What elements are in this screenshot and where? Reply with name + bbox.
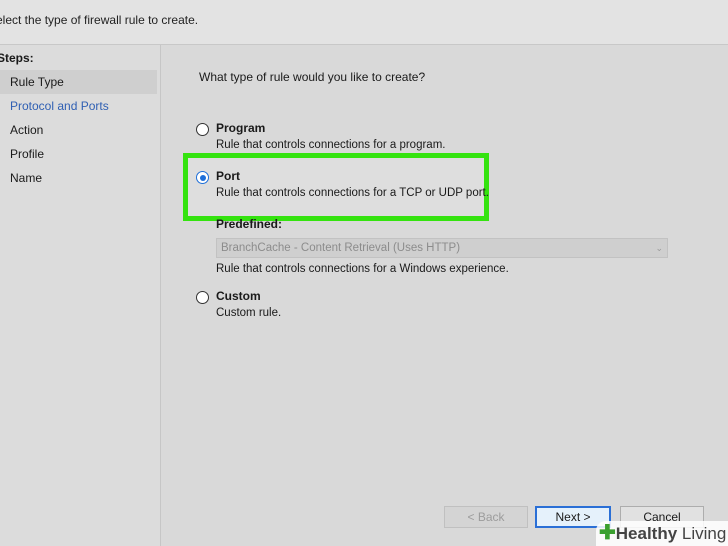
port-label[interactable]: Port (216, 169, 240, 183)
steps-panel: Steps: Rule Type Protocol and Ports Acti… (0, 45, 161, 546)
healthy-living-watermark: ✚Healthy Living (596, 521, 728, 546)
predefined-select[interactable]: BranchCache - Content Retrieval (Uses HT… (216, 238, 668, 258)
port-desc: Rule that controls connections for a TCP… (216, 187, 489, 199)
predefined-select-value: BranchCache - Content Retrieval (Uses HT… (221, 242, 461, 254)
custom-label[interactable]: Custom (216, 289, 261, 303)
plus-logo-icon: ✚ (599, 522, 616, 544)
program-desc: Rule that controls connections for a pro… (216, 139, 446, 151)
step-rule-type[interactable]: Rule Type (0, 70, 157, 94)
custom-radio[interactable] (196, 291, 209, 304)
steps-title: Steps: (0, 51, 34, 65)
port-radio[interactable] (196, 171, 209, 184)
step-name[interactable]: Name (0, 166, 157, 190)
main-content: What type of rule would you like to crea… (161, 45, 728, 546)
chevron-down-icon: ⌄ (655, 243, 663, 253)
step-protocol-and-ports[interactable]: Protocol and Ports (0, 94, 157, 118)
step-action[interactable]: Action (0, 118, 157, 142)
wizard-header: elect the type of firewall rule to creat… (0, 0, 728, 45)
step-profile[interactable]: Profile (0, 142, 157, 166)
rule-type-question: What type of rule would you like to crea… (199, 70, 426, 84)
header-subtitle: elect the type of firewall rule to creat… (0, 13, 199, 27)
predefined-desc: Rule that controls connections for a Win… (216, 263, 509, 275)
back-button[interactable]: < Back (444, 506, 528, 528)
custom-desc: Custom rule. (216, 307, 282, 319)
watermark-brand-bold: Healthy (615, 524, 678, 543)
program-label[interactable]: Program (216, 121, 265, 135)
predefined-label[interactable]: Predefined: (216, 217, 282, 231)
watermark-brand-rest: Living (677, 524, 727, 543)
program-radio[interactable] (196, 123, 209, 136)
